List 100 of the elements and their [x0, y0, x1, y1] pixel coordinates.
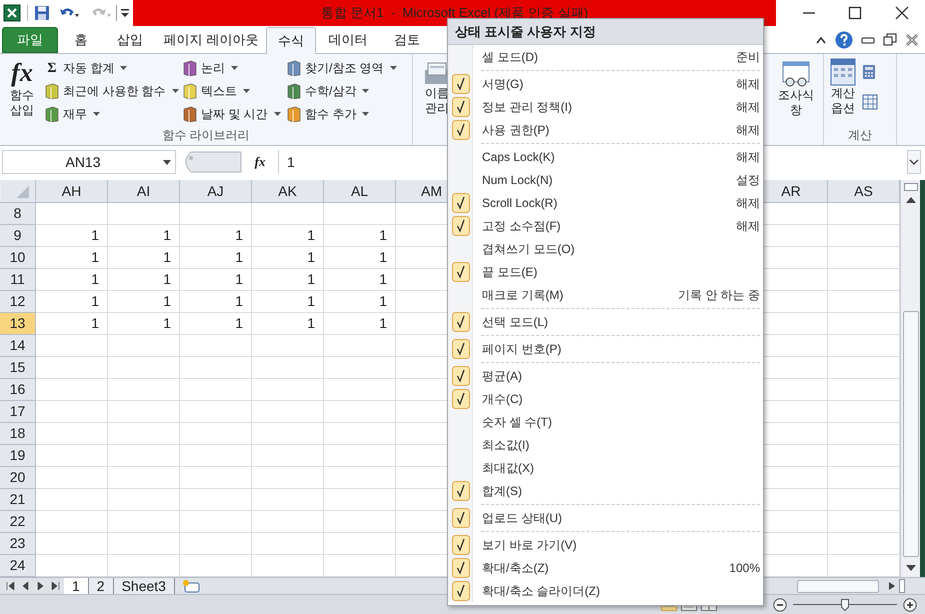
zoom-in-icon[interactable] — [903, 598, 917, 612]
ribbon-command[interactable]: 함수 추가 — [286, 104, 406, 124]
menu-item[interactable]: 개수(C) — [448, 387, 763, 410]
row-header[interactable]: 24 — [0, 555, 36, 577]
sheet-tab[interactable]: 1 — [64, 578, 89, 594]
menu-item[interactable]: 업로드 상태(U) — [448, 506, 763, 529]
menu-item[interactable]: 페이지 번호(P) — [448, 337, 763, 360]
column-header[interactable]: AK — [252, 180, 324, 203]
first-sheet-icon[interactable] — [6, 582, 15, 590]
menu-item[interactable]: 확대/축소(Z) 100% — [448, 556, 763, 579]
name-box[interactable]: AN13 — [2, 150, 176, 174]
row-header[interactable]: 20 — [0, 467, 36, 489]
zoom-slider[interactable] — [793, 598, 897, 612]
row-header[interactable]: 23 — [0, 533, 36, 555]
menu-item[interactable]: 평균(A) — [448, 364, 763, 387]
menu-item[interactable]: 최대값(X) — [448, 456, 763, 479]
menu-item[interactable]: Caps Lock(K) 해제 — [448, 145, 763, 168]
calculator-icon[interactable] — [862, 64, 876, 80]
vertical-scrollbar[interactable] — [900, 180, 920, 577]
split-handle-icon[interactable] — [899, 579, 905, 593]
collapse-ribbon-icon[interactable] — [815, 35, 827, 45]
scroll-thumb[interactable] — [797, 580, 879, 592]
close-workbook-icon[interactable] — [905, 33, 919, 47]
close-icon[interactable] — [894, 6, 909, 20]
previous-sheet-icon[interactable] — [21, 582, 30, 590]
ribbon-command[interactable]: 날짜 및 시간 — [182, 104, 286, 124]
watch-window-button[interactable]: 조사식 창 — [773, 54, 819, 145]
column-header[interactable]: AH — [36, 180, 108, 203]
menu-item[interactable]: 합계(S) — [448, 479, 763, 502]
empty-cell — [108, 467, 180, 489]
scroll-thumb[interactable] — [902, 311, 918, 557]
column-header[interactable]: AS — [828, 180, 900, 203]
scroll-down-icon[interactable] — [906, 565, 916, 571]
row-header[interactable]: 19 — [0, 445, 36, 467]
row-header[interactable]: 16 — [0, 379, 36, 401]
scroll-right-icon[interactable] — [889, 582, 895, 590]
menu-item[interactable]: 선택 모드(L) — [448, 310, 763, 333]
sheet-tab[interactable]: 2 — [88, 578, 114, 594]
menu-item[interactable]: 끝 모드(E) — [448, 260, 763, 283]
column-header[interactable]: AJ — [180, 180, 252, 203]
menu-item[interactable]: 확대/축소 슬라이더(Z) — [448, 579, 763, 602]
slider-thumb[interactable] — [841, 598, 849, 610]
customize-caret-icon[interactable] — [121, 7, 129, 19]
row-header[interactable]: 15 — [0, 357, 36, 379]
ribbon-command[interactable]: 논리 — [182, 58, 286, 78]
row-header[interactable]: 17 — [0, 401, 36, 423]
table-cell: 1 — [36, 291, 108, 313]
table-cell: 1 — [108, 225, 180, 247]
ribbon-command[interactable]: 재무 — [44, 104, 182, 124]
dropdown-arrow-icon — [93, 112, 100, 116]
ribbon-command[interactable]: 텍스트 — [182, 81, 286, 101]
ribbon-command[interactable]: 수학/삼각 — [286, 81, 406, 101]
dropdown-arrow-icon — [172, 89, 179, 93]
spreadsheet-icon[interactable] — [3, 4, 21, 22]
save-icon[interactable] — [34, 5, 50, 21]
ribbon-command[interactable]: Σ 자동 합계 — [44, 58, 182, 78]
column-header[interactable]: AI — [108, 180, 180, 203]
maximize-icon[interactable] — [848, 6, 862, 20]
zoom-out-icon[interactable] — [773, 598, 787, 612]
column-header[interactable]: AL — [324, 180, 396, 203]
menu-item[interactable]: 숫자 셀 수(T) — [448, 410, 763, 433]
ribbon-tab[interactable]: 데이터 — [316, 27, 380, 53]
scroll-up-icon[interactable] — [906, 197, 916, 203]
restore-icon[interactable] — [883, 33, 897, 47]
row-header[interactable]: 21 — [0, 489, 36, 511]
file-tab[interactable]: 파일 — [2, 27, 58, 53]
last-sheet-icon[interactable] — [51, 582, 60, 590]
next-sheet-icon[interactable] — [36, 582, 45, 590]
ribbon-command[interactable]: 찾기/참조 영역 — [286, 58, 406, 78]
row-header[interactable]: 12 — [0, 291, 36, 313]
help-icon[interactable] — [835, 31, 853, 49]
menu-item[interactable]: 겹쳐쓰기 모드(O) — [448, 237, 763, 260]
minimize-window-icon[interactable] — [861, 35, 875, 45]
ribbon-tab[interactable]: 페이지 레이아웃 — [156, 27, 266, 53]
row-header[interactable]: 10 — [0, 247, 36, 269]
row-header[interactable]: 14 — [0, 335, 36, 357]
expand-formula-bar-icon[interactable] — [907, 150, 921, 174]
row-header[interactable]: 18 — [0, 423, 36, 445]
ribbon-tab[interactable]: 검토 — [380, 27, 434, 53]
row-header[interactable]: 9 — [0, 225, 36, 247]
menu-item[interactable]: 매크로 기록(M) 기록 안 하는 중 — [448, 283, 763, 306]
book-icon — [286, 83, 302, 99]
insert-function-button[interactable]: fx 함수 삽입 — [0, 58, 44, 127]
ribbon-tab[interactable]: 수식 — [266, 27, 316, 54]
menu-item[interactable]: 최소값(I) — [448, 433, 763, 456]
menu-item[interactable]: 보기 바로 가기(V) — [448, 533, 763, 556]
sheet-tab[interactable]: Sheet3 — [114, 578, 175, 594]
calculation-options-button[interactable]: 계산 옵션 — [830, 58, 856, 127]
ribbon-tab[interactable]: 삽입 — [104, 27, 156, 53]
ribbon-command[interactable]: 최근에 사용한 함수 — [44, 81, 182, 101]
ribbon-tab[interactable]: 홈 — [58, 27, 104, 53]
split-handle-icon[interactable] — [904, 183, 918, 191]
row-header[interactable]: 8 — [0, 203, 36, 225]
insert-function-button[interactable]: fx — [246, 152, 274, 172]
row-header[interactable]: 11 — [0, 269, 36, 291]
sheet-grid-icon[interactable] — [862, 94, 878, 110]
row-header[interactable]: 13 — [0, 313, 36, 335]
menu-item[interactable]: 고정 소수점(F) 해제 — [448, 214, 763, 237]
row-header[interactable]: 22 — [0, 511, 36, 533]
table-cell: 1 — [252, 291, 324, 313]
